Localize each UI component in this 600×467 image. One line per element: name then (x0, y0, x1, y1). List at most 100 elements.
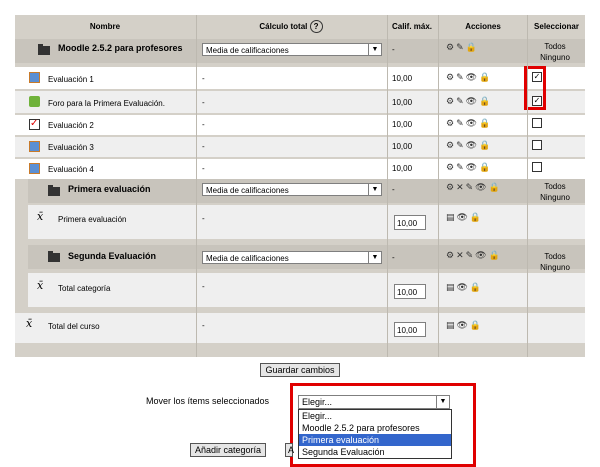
table-header: Nombre Cálculo total ? Calif. máx. Accio… (15, 15, 585, 39)
add-item-button[interactable]: A (285, 443, 294, 457)
max-grade-input[interactable]: 10,00 (394, 284, 426, 299)
column-header-select: Seleccionar (534, 22, 579, 31)
item-name[interactable]: Evaluación 3 (48, 143, 94, 152)
item-calc: - (202, 98, 205, 107)
item-name[interactable]: Foro para la Primera Evaluación. (48, 99, 165, 108)
item-actions[interactable]: ⚙✎👁🔒 (446, 96, 492, 107)
select-none-link[interactable]: Ninguno (540, 263, 570, 272)
item-calc: - (202, 74, 205, 83)
category-total-icon: x̄ (37, 279, 44, 292)
table-row (15, 67, 585, 89)
item-actions[interactable]: ⚙✎👁🔒 (446, 140, 492, 151)
category-name: Segunda Evaluación (68, 251, 157, 261)
chevron-down-icon: ▼ (368, 184, 381, 195)
dropdown-option[interactable]: Elegir... (299, 410, 451, 422)
move-items-label: Mover los ítems seleccionados (146, 396, 270, 406)
max-grade: 10,00 (392, 74, 413, 83)
category-name: Moodle 2.5.2 para profesores (58, 43, 183, 53)
category-actions[interactable]: ⚙✕✎👁🔒 (446, 182, 502, 193)
category-actions[interactable]: ⚙✕✎👁🔒 (446, 250, 502, 261)
folder-icon (48, 251, 60, 262)
category-total-calc: - (202, 282, 205, 291)
add-category-button[interactable]: Añadir categoría (190, 443, 266, 457)
column-header-calc: Cálculo total ? (197, 15, 385, 39)
total-actions[interactable]: ▤👁🔒 (446, 282, 483, 293)
total-actions[interactable]: ▤👁🔒 (446, 320, 483, 331)
column-divider (196, 15, 197, 357)
folder-icon (38, 44, 50, 55)
column-divider (527, 15, 528, 357)
assignment-icon (29, 163, 40, 174)
max-grade: - (392, 185, 395, 194)
item-checkbox[interactable] (532, 118, 542, 128)
category-total-calc: - (202, 214, 205, 223)
column-header-max: Calif. máx. (391, 22, 432, 31)
move-target-dropdown[interactable]: Elegir... Moodle 2.5.2 para profesores P… (298, 409, 452, 459)
category-actions[interactable]: ⚙✎🔒 (446, 42, 479, 53)
aggregation-value: Media de calificaciones (206, 186, 289, 195)
max-grade: 10,00 (392, 98, 413, 107)
category-total-name: Primera evaluación (58, 215, 127, 224)
item-calc: - (202, 142, 205, 151)
column-header-calc-label: Cálculo total (259, 22, 308, 31)
category-total-row (28, 273, 585, 307)
category-name: Primera evaluación (68, 184, 151, 194)
item-actions[interactable]: ⚙✎👁🔒 (446, 162, 492, 173)
aggregation-select[interactable]: Media de calificaciones ▼ (202, 43, 382, 56)
aggregation-value: Media de calificaciones (206, 46, 289, 55)
table-row (15, 159, 585, 179)
chevron-down-icon: ▼ (436, 396, 449, 408)
item-checkbox[interactable] (532, 162, 542, 172)
item-name[interactable]: Evaluación 4 (48, 165, 94, 174)
item-calc: - (202, 164, 205, 173)
quiz-icon: ✓ (29, 118, 40, 130)
select-none-link[interactable]: Ninguno (540, 193, 570, 202)
item-calc: - (202, 120, 205, 129)
aggregation-value: Media de calificaciones (206, 254, 289, 263)
item-actions[interactable]: ⚙✎👁🔒 (446, 118, 492, 129)
course-total-row (15, 313, 585, 343)
item-name[interactable]: Evaluación 2 (48, 121, 94, 130)
table-row (15, 137, 585, 157)
aggregation-select[interactable]: Media de calificaciones ▼ (202, 251, 382, 264)
dropdown-option-highlighted[interactable]: Primera evaluación (299, 434, 451, 446)
course-total-name: Total del curso (48, 322, 100, 331)
assignment-icon (29, 72, 40, 83)
max-grade: - (392, 253, 395, 262)
total-actions[interactable]: ▤👁🔒 (446, 212, 483, 223)
select-all-none[interactable]: Todos Ninguno (527, 181, 583, 203)
chevron-down-icon: ▼ (368, 44, 381, 55)
max-grade-input[interactable]: 10,00 (394, 215, 426, 230)
move-target-select[interactable]: Elegir... ▼ (298, 395, 450, 409)
column-divider (438, 15, 439, 357)
column-header-name: Nombre (89, 22, 121, 31)
table-row (15, 115, 585, 135)
dropdown-option[interactable]: Moodle 2.5.2 para profesores (299, 422, 451, 434)
save-changes-button[interactable]: Guardar cambios (260, 363, 340, 377)
select-all-none[interactable]: Todos Ninguno (527, 251, 583, 273)
select-all-none[interactable]: Todos Ninguno (527, 41, 583, 63)
category-total-name: Total categoría (58, 284, 111, 293)
help-icon[interactable]: ? (309, 20, 323, 34)
course-total-calc: - (202, 321, 205, 330)
move-select-value: Elegir... (302, 397, 333, 407)
select-all-link[interactable]: Todos (544, 252, 565, 261)
select-all-link[interactable]: Todos (544, 42, 565, 51)
max-grade: - (392, 45, 395, 54)
select-none-link[interactable]: Ninguno (540, 53, 570, 62)
item-actions[interactable]: ⚙✎👁🔒 (446, 72, 492, 83)
item-checkbox[interactable] (532, 140, 542, 150)
folder-icon (48, 185, 60, 196)
select-all-link[interactable]: Todos (544, 182, 565, 191)
item-name[interactable]: Evaluación 1 (48, 75, 94, 84)
course-total-icon: x̄ (26, 317, 33, 330)
category-total-icon: x̄ (37, 210, 44, 223)
column-header-actions: Acciones (465, 22, 501, 31)
dropdown-option[interactable]: Segunda Evaluación (299, 446, 451, 458)
assignment-icon (29, 141, 40, 152)
max-grade-input[interactable]: 10,00 (394, 322, 426, 337)
aggregation-select[interactable]: Media de calificaciones ▼ (202, 183, 382, 196)
max-grade: 10,00 (392, 164, 413, 173)
max-grade: 10,00 (392, 120, 413, 129)
chevron-down-icon: ▼ (368, 252, 381, 263)
